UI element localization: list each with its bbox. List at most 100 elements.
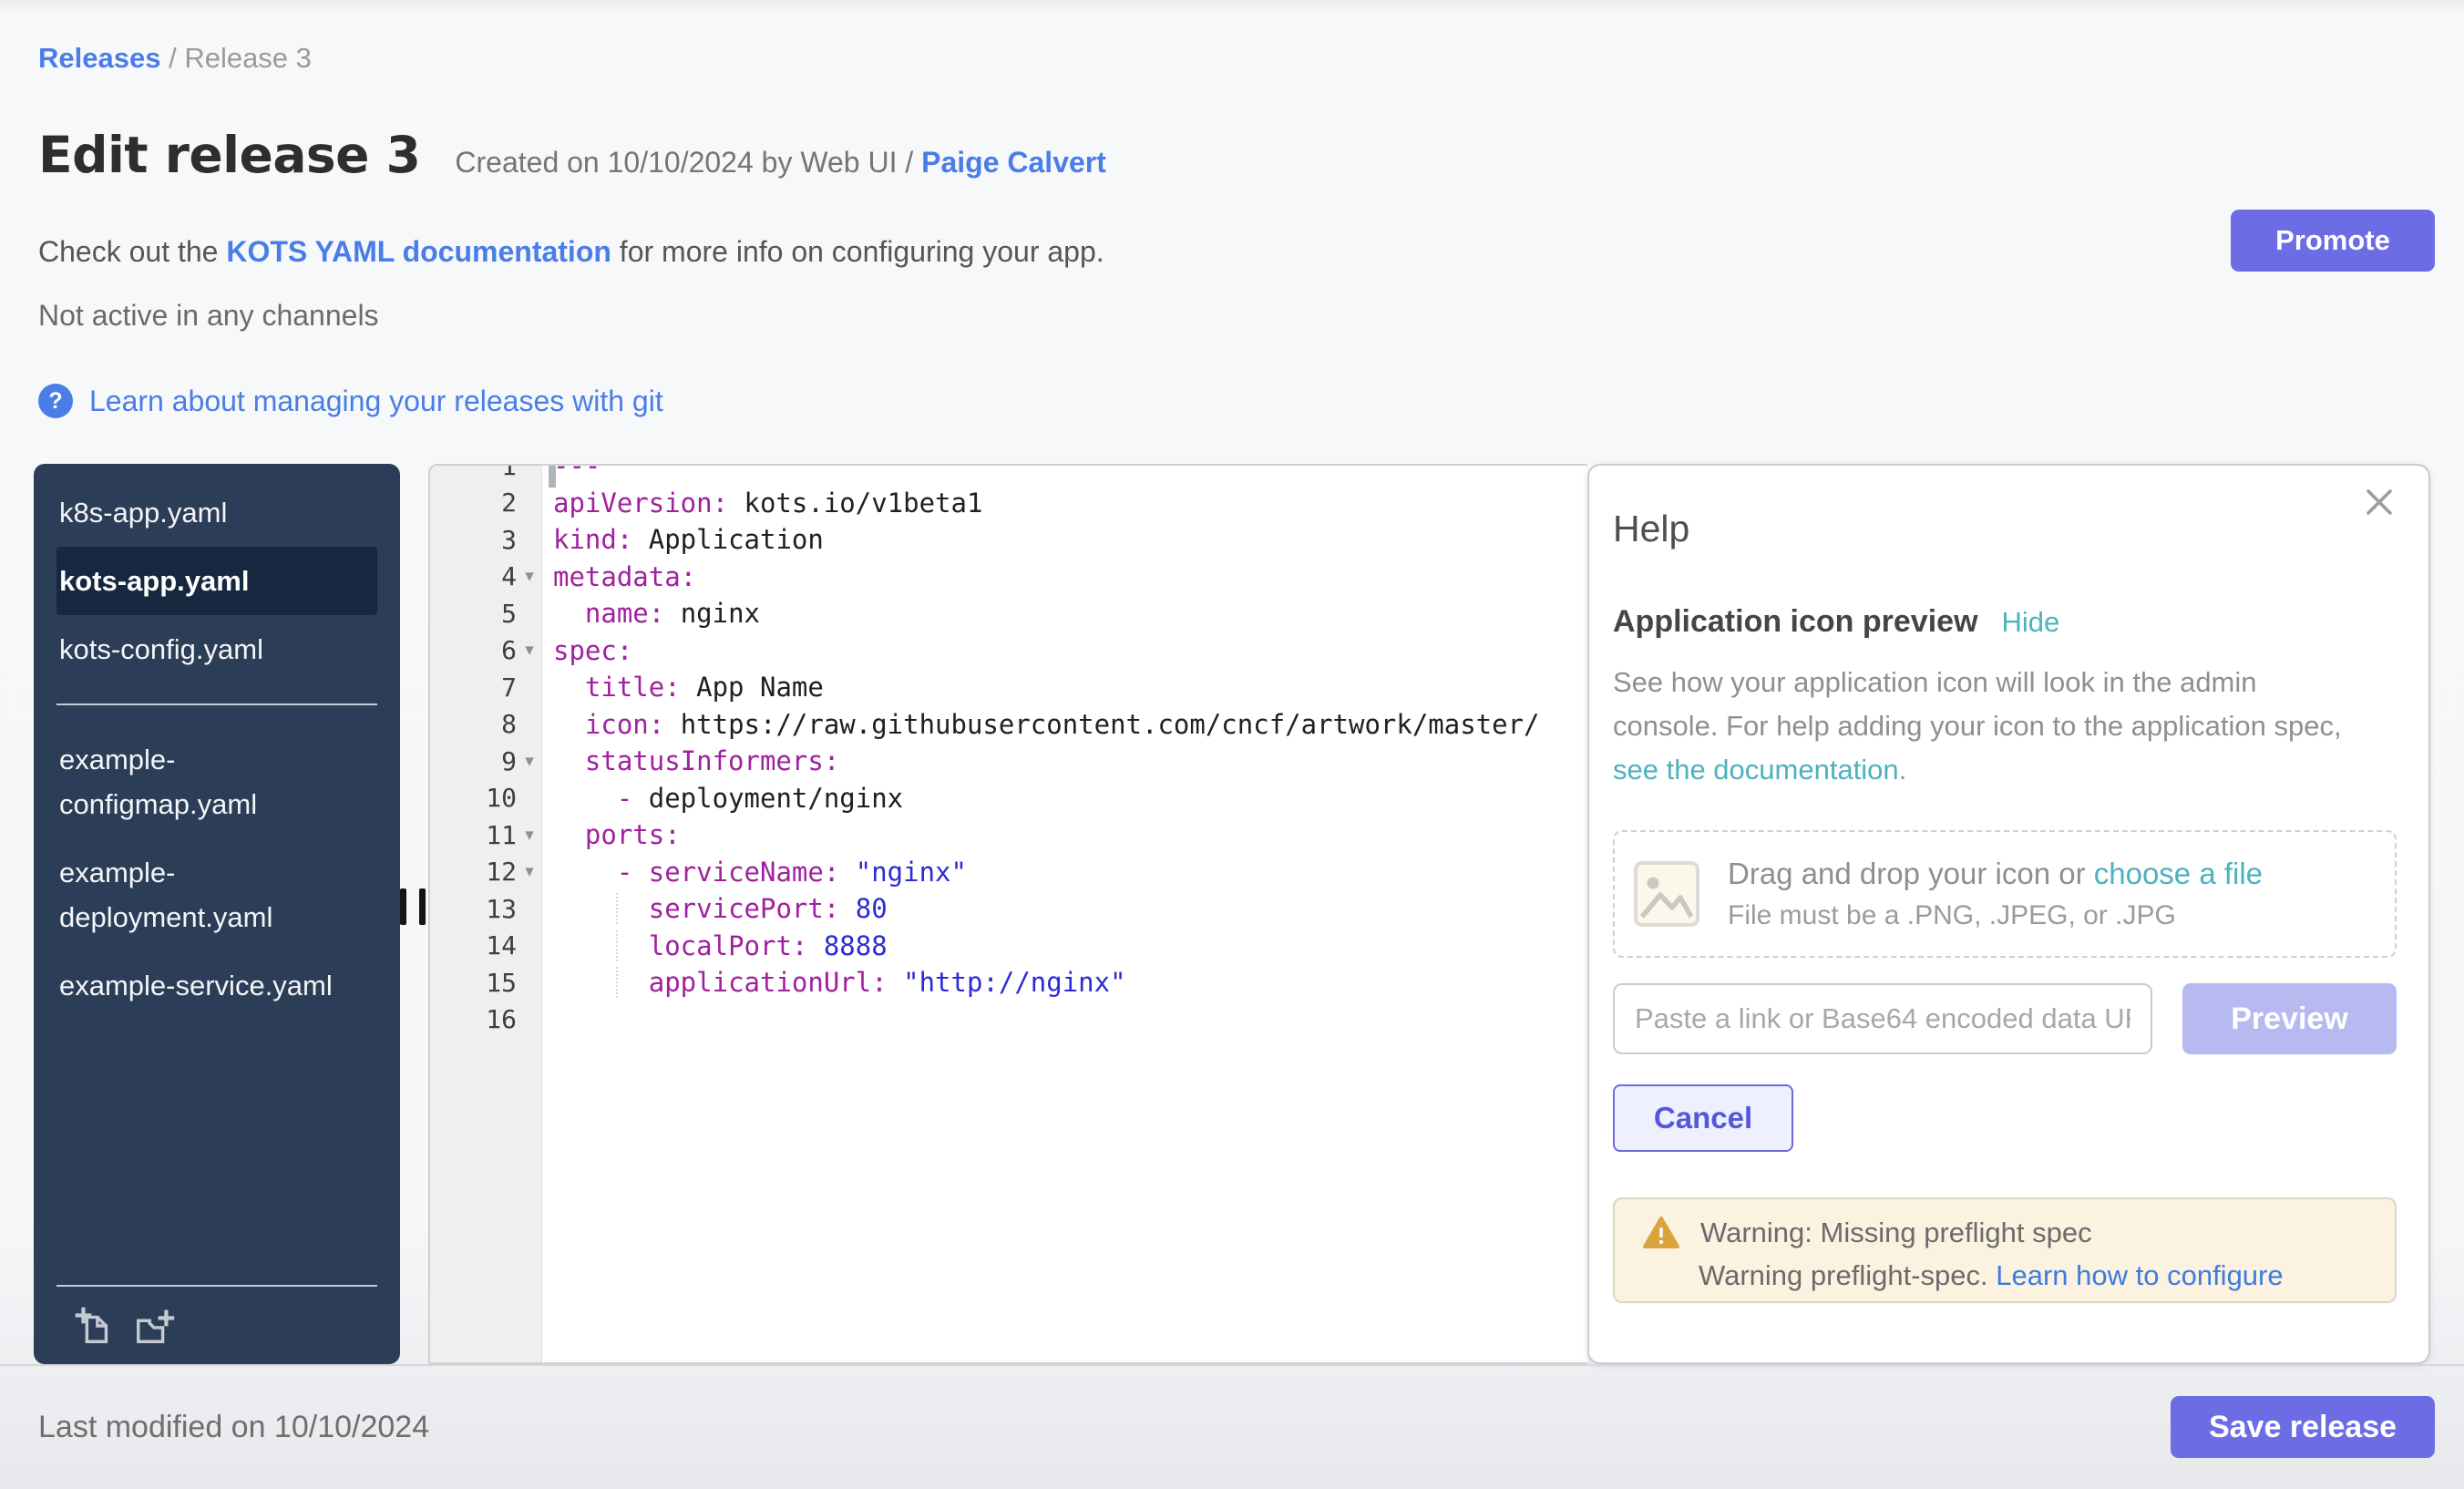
fold-arrow-icon[interactable]: ▾ bbox=[517, 825, 542, 846]
promote-button[interactable]: Promote bbox=[2231, 210, 2435, 272]
sidebar-file-item[interactable]: kots-app.yaml bbox=[56, 547, 377, 615]
sidebar-file-item[interactable]: example-deployment.yaml bbox=[56, 838, 377, 951]
warning-detail: Warning preflight-spec. Learn how to con… bbox=[1699, 1259, 2395, 1292]
line-number: 10 bbox=[430, 783, 542, 813]
add-folder-icon[interactable] bbox=[133, 1305, 175, 1347]
fold-arrow-icon[interactable]: ▾ bbox=[517, 751, 542, 772]
see-documentation-link[interactable]: see the documentation bbox=[1613, 754, 1899, 786]
help-panel-title: Help bbox=[1613, 508, 1689, 550]
fold-arrow-icon[interactable]: ▾ bbox=[517, 861, 542, 882]
learn-configure-link[interactable]: Learn how to configure bbox=[1996, 1259, 2283, 1291]
code-text: title: App Name bbox=[542, 672, 824, 703]
learn-git-label: Learn about managing your releases with … bbox=[89, 385, 663, 418]
code-line[interactable]: 15 applicationUrl: "http://nginx" bbox=[430, 964, 1587, 1001]
code-line[interactable]: 10 - deployment/nginx bbox=[430, 780, 1587, 817]
sidebar-file-item[interactable]: kots-config.yaml bbox=[56, 615, 377, 683]
code-text: statusInformers: bbox=[542, 745, 839, 776]
image-placeholder-icon bbox=[1633, 860, 1700, 928]
file-list: k8s-app.yamlkots-app.yamlkots-config.yam… bbox=[34, 464, 400, 1020]
title-row: Edit release 3 Created on 10/10/2024 by … bbox=[38, 126, 1106, 184]
warning-title: Warning: Missing preflight spec bbox=[1700, 1217, 2092, 1249]
line-number: 11▾ bbox=[430, 820, 542, 850]
code-text: apiVersion: kots.io/v1beta1 bbox=[542, 488, 982, 519]
code-text: localPort: 8888 bbox=[542, 930, 888, 961]
close-icon[interactable] bbox=[2363, 486, 2396, 519]
sidebar-file-item[interactable]: example-configmap.yaml bbox=[56, 725, 377, 838]
breadcrumb-current: Release 3 bbox=[184, 42, 312, 74]
code-text: spec: bbox=[542, 635, 632, 666]
code-line[interactable]: 7 title: App Name bbox=[430, 669, 1587, 706]
kots-yaml-docs-link[interactable]: KOTS YAML documentation bbox=[226, 235, 611, 268]
warning-triangle-icon bbox=[1642, 1216, 1680, 1250]
dropzone-requirements: File must be a .PNG, .JPEG, or .JPG bbox=[1728, 900, 2263, 931]
preflight-warning-box: Warning: Missing preflight spec Warning … bbox=[1613, 1197, 2397, 1303]
line-number: 13 bbox=[430, 894, 542, 924]
yaml-code-editor[interactable]: 1---2apiVersion: kots.io/v1beta13kind: A… bbox=[428, 464, 1587, 1364]
choose-file-link[interactable]: choose a file bbox=[2094, 857, 2263, 890]
icon-preview-section-title: Application icon preview bbox=[1613, 604, 1978, 640]
page-title: Edit release 3 bbox=[38, 126, 420, 184]
line-number: 14 bbox=[430, 930, 542, 960]
code-text: servicePort: 80 bbox=[542, 893, 888, 924]
breadcrumb: Releases / Release 3 bbox=[38, 42, 312, 75]
learn-git-link[interactable]: ? Learn about managing your releases wit… bbox=[38, 384, 663, 418]
cancel-button[interactable]: Cancel bbox=[1613, 1084, 1793, 1152]
last-modified-text: Last modified on 10/10/2024 bbox=[38, 1410, 429, 1445]
code-line[interactable]: 4▾metadata: bbox=[430, 559, 1587, 596]
text-cursor bbox=[549, 464, 556, 488]
sidebar-file-item[interactable]: example-service.yaml bbox=[56, 951, 377, 1020]
add-file-icon[interactable] bbox=[73, 1305, 115, 1347]
code-line[interactable]: 5 name: nginx bbox=[430, 595, 1587, 632]
code-line[interactable]: 8 icon: https://raw.githubusercontent.co… bbox=[430, 706, 1587, 744]
save-release-button[interactable]: Save release bbox=[2171, 1396, 2435, 1458]
line-number: 6▾ bbox=[430, 635, 542, 665]
footer-bar: Last modified on 10/10/2024 Save release bbox=[0, 1364, 2464, 1489]
line-number: 5 bbox=[430, 599, 542, 629]
resize-handle-left-a[interactable] bbox=[400, 888, 406, 925]
line-number: 2 bbox=[430, 488, 542, 518]
code-text: kind: Application bbox=[542, 524, 824, 555]
docs-text-after: for more info on configuring your app. bbox=[611, 235, 1104, 268]
fold-arrow-icon[interactable]: ▾ bbox=[517, 566, 542, 587]
icon-preview-description: See how your application icon will look … bbox=[1613, 661, 2342, 792]
line-number: 12▾ bbox=[430, 857, 542, 887]
created-text: Created on 10/10/2024 by Web UI / bbox=[455, 146, 913, 179]
docs-text-before: Check out the bbox=[38, 235, 226, 268]
dropzone-prefix: Drag and drop your icon or bbox=[1728, 857, 2094, 890]
code-line[interactable]: 16 bbox=[430, 1001, 1587, 1039]
line-number: 4▾ bbox=[430, 561, 542, 591]
code-text: ports: bbox=[542, 819, 681, 850]
breadcrumb-separator: / bbox=[169, 42, 184, 74]
code-line[interactable]: 1--- bbox=[430, 464, 1587, 485]
code-line[interactable]: 14 localPort: 8888 bbox=[430, 928, 1587, 965]
code-text: - deployment/nginx bbox=[542, 783, 903, 814]
line-number: 16 bbox=[430, 1004, 542, 1034]
created-subtitle: Created on 10/10/2024 by Web UI / Paige … bbox=[455, 146, 1106, 180]
dropzone-text: Drag and drop your icon or choose a file bbox=[1728, 857, 2263, 891]
code-line[interactable]: 9▾ statusInformers: bbox=[430, 743, 1587, 780]
code-line[interactable]: 3kind: Application bbox=[430, 521, 1587, 559]
code-line[interactable]: 13 servicePort: 80 bbox=[430, 890, 1587, 928]
sidebar-actions bbox=[56, 1285, 377, 1364]
code-line[interactable]: 6▾spec: bbox=[430, 632, 1587, 670]
code-line[interactable]: 12▾ - serviceName: "nginx" bbox=[430, 854, 1587, 891]
preview-button[interactable]: Preview bbox=[2182, 983, 2397, 1054]
icon-url-input[interactable] bbox=[1613, 983, 2152, 1054]
code-line[interactable]: 11▾ ports: bbox=[430, 816, 1587, 854]
resize-handle-left-b[interactable] bbox=[419, 888, 426, 925]
sidebar-divider bbox=[56, 703, 377, 705]
warning-detail-text: Warning preflight-spec. bbox=[1699, 1259, 1988, 1291]
code-line[interactable]: 2apiVersion: kots.io/v1beta1 bbox=[430, 485, 1587, 522]
line-number: 7 bbox=[430, 673, 542, 703]
code-text: name: nginx bbox=[542, 598, 760, 629]
fold-arrow-icon[interactable]: ▾ bbox=[517, 640, 542, 661]
code-text: - serviceName: "nginx" bbox=[542, 857, 967, 888]
code-text: icon: https://raw.githubusercontent.com/… bbox=[542, 709, 1540, 740]
sidebar-file-item[interactable]: k8s-app.yaml bbox=[56, 478, 377, 547]
icon-dropzone[interactable]: Drag and drop your icon or choose a file… bbox=[1613, 830, 2397, 958]
author-link[interactable]: Paige Calvert bbox=[921, 146, 1106, 179]
breadcrumb-releases-link[interactable]: Releases bbox=[38, 42, 160, 74]
doc-link-suffix: . bbox=[1899, 754, 1907, 786]
hide-link[interactable]: Hide bbox=[2002, 606, 2060, 639]
line-number: 8 bbox=[430, 709, 542, 739]
